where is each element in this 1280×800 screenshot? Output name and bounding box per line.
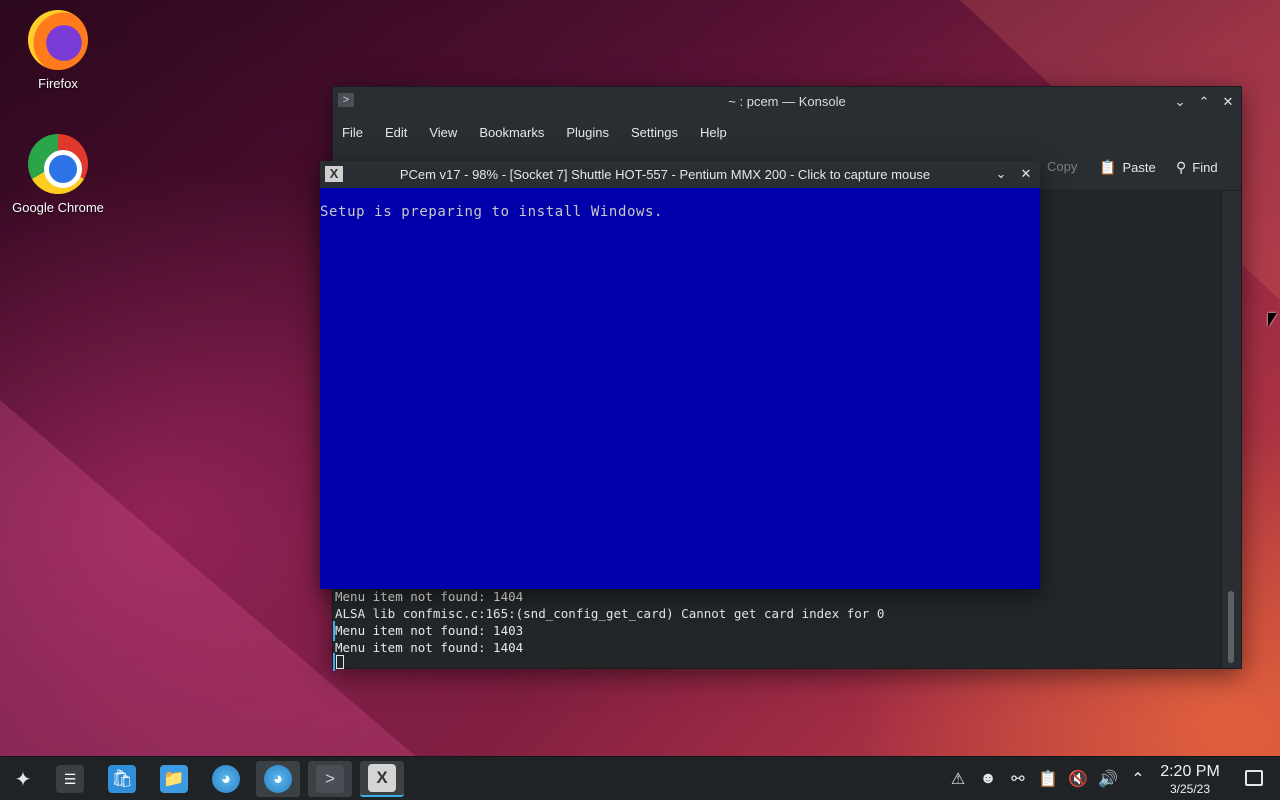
user-icon[interactable]: ☻ bbox=[973, 770, 1003, 788]
browser-globe-icon: ◕ bbox=[264, 765, 292, 793]
clipboard-tray-icon[interactable]: 📋 bbox=[1033, 769, 1063, 789]
scrollbar[interactable] bbox=[1221, 191, 1241, 668]
window-title: ~ : pcem — Konsole bbox=[728, 94, 846, 109]
app-launcher-button[interactable]: ✦ bbox=[1, 761, 45, 797]
chevron-up-icon[interactable]: ⌃ bbox=[1123, 769, 1153, 789]
scrollbar-thumb[interactable] bbox=[1228, 591, 1234, 663]
menu-bookmarks[interactable]: Bookmarks bbox=[479, 125, 544, 140]
menu-help[interactable]: Help bbox=[700, 125, 727, 140]
terminal-line: Menu item not found: 1403 bbox=[335, 623, 524, 638]
clock-time: 2:20 PM bbox=[1160, 763, 1220, 780]
menu-edit[interactable]: Edit bbox=[385, 125, 407, 140]
paste-button[interactable]: 📋 Paste bbox=[1099, 159, 1156, 176]
minimize-button[interactable]: ⌄ bbox=[1170, 92, 1190, 112]
desktop-icon-firefox[interactable]: Firefox bbox=[3, 10, 113, 91]
clipboard-icon: 📋 bbox=[1099, 159, 1117, 175]
menu-file[interactable]: File bbox=[342, 125, 363, 140]
konsole-titlebar[interactable]: > ~ : pcem — Konsole ⌄ ⌃ ✕ bbox=[333, 87, 1241, 117]
find-button[interactable]: ⚲ Find bbox=[1176, 159, 1218, 176]
menubar: File Edit View Bookmarks Plugins Setting… bbox=[333, 117, 1241, 147]
line-marker bbox=[333, 621, 335, 641]
mouse-pointer-icon bbox=[1268, 313, 1277, 327]
menu-view[interactable]: View bbox=[429, 125, 457, 140]
line-marker bbox=[333, 653, 335, 671]
clock-date: 3/25/23 bbox=[1169, 782, 1211, 796]
maximize-button[interactable]: ⌃ bbox=[1194, 92, 1214, 112]
browser-globe-icon: ◕ bbox=[212, 765, 240, 793]
volume-icon[interactable]: 🔊 bbox=[1093, 769, 1123, 789]
system-settings-icon: ☰ bbox=[56, 765, 84, 793]
app-launcher-icon: ✦ bbox=[14, 768, 32, 791]
desktop-icon-label: Google Chrome bbox=[12, 200, 104, 215]
mute-icon[interactable]: 🔇 bbox=[1063, 769, 1093, 789]
taskbar: ✦ ☰ 🛍 📁 ◕ ◕ > X ⚠ ☻ ⚯ 📋 🔇 🔊 ⌃ 2:20 PM 3/… bbox=[0, 756, 1280, 800]
menu-plugins[interactable]: Plugins bbox=[566, 125, 609, 140]
setup-message: Setup is preparing to install Windows. bbox=[320, 204, 664, 220]
notifications-icon[interactable]: ⚠ bbox=[943, 769, 973, 789]
discover-store-icon: 🛍 bbox=[108, 765, 136, 793]
terminal-line: Menu item not found: 1404 bbox=[335, 589, 524, 604]
clock[interactable]: 2:20 PM 3/25/23 bbox=[1152, 763, 1228, 796]
konsole-icon: > bbox=[316, 765, 344, 793]
taskbar-system-settings[interactable]: ☰ bbox=[48, 761, 92, 797]
pcem-window[interactable]: X PCem v17 - 98% - [Socket 7] Shuttle HO… bbox=[320, 161, 1040, 589]
pcem-titlebar[interactable]: X PCem v17 - 98% - [Socket 7] Shuttle HO… bbox=[320, 161, 1040, 188]
emulator-screen[interactable]: Setup is preparing to install Windows. bbox=[320, 188, 1040, 589]
copy-button[interactable]: Copy bbox=[1047, 159, 1077, 174]
system-tray: ⚠ ☻ ⚯ 📋 🔇 🔊 ⌃ bbox=[943, 757, 1153, 800]
taskbar-browser-2[interactable]: ◕ bbox=[256, 761, 300, 797]
terminal-line: ALSA lib confmisc.c:165:(snd_config_get_… bbox=[335, 606, 885, 621]
terminal-cursor bbox=[336, 655, 344, 669]
firefox-icon bbox=[28, 10, 88, 70]
minimize-button[interactable]: ⌄ bbox=[992, 165, 1010, 183]
network-icon[interactable]: ⚯ bbox=[1003, 769, 1033, 789]
taskbar-pcem[interactable]: X bbox=[360, 761, 404, 797]
show-desktop-button[interactable] bbox=[1245, 770, 1263, 786]
terminal-line: Menu item not found: 1404 bbox=[335, 640, 524, 655]
dolphin-files-icon: 📁 bbox=[160, 765, 188, 793]
close-button[interactable]: ✕ bbox=[1017, 165, 1035, 183]
pcem-x-icon[interactable]: X bbox=[325, 166, 343, 182]
pcem-x-icon: X bbox=[368, 764, 396, 792]
chrome-icon bbox=[28, 134, 88, 194]
taskbar-browser[interactable]: ◕ bbox=[204, 761, 248, 797]
desktop-icon-chrome[interactable]: Google Chrome bbox=[3, 134, 113, 215]
taskbar-konsole[interactable]: > bbox=[308, 761, 352, 797]
desktop-icon-label: Firefox bbox=[38, 76, 78, 91]
taskbar-dolphin[interactable]: 📁 bbox=[152, 761, 196, 797]
window-title: PCem v17 - 98% - [Socket 7] Shuttle HOT-… bbox=[399, 167, 931, 182]
menu-settings[interactable]: Settings bbox=[631, 125, 678, 140]
taskbar-discover[interactable]: 🛍 bbox=[100, 761, 144, 797]
search-icon: ⚲ bbox=[1176, 159, 1187, 175]
close-button[interactable]: ✕ bbox=[1218, 92, 1238, 112]
